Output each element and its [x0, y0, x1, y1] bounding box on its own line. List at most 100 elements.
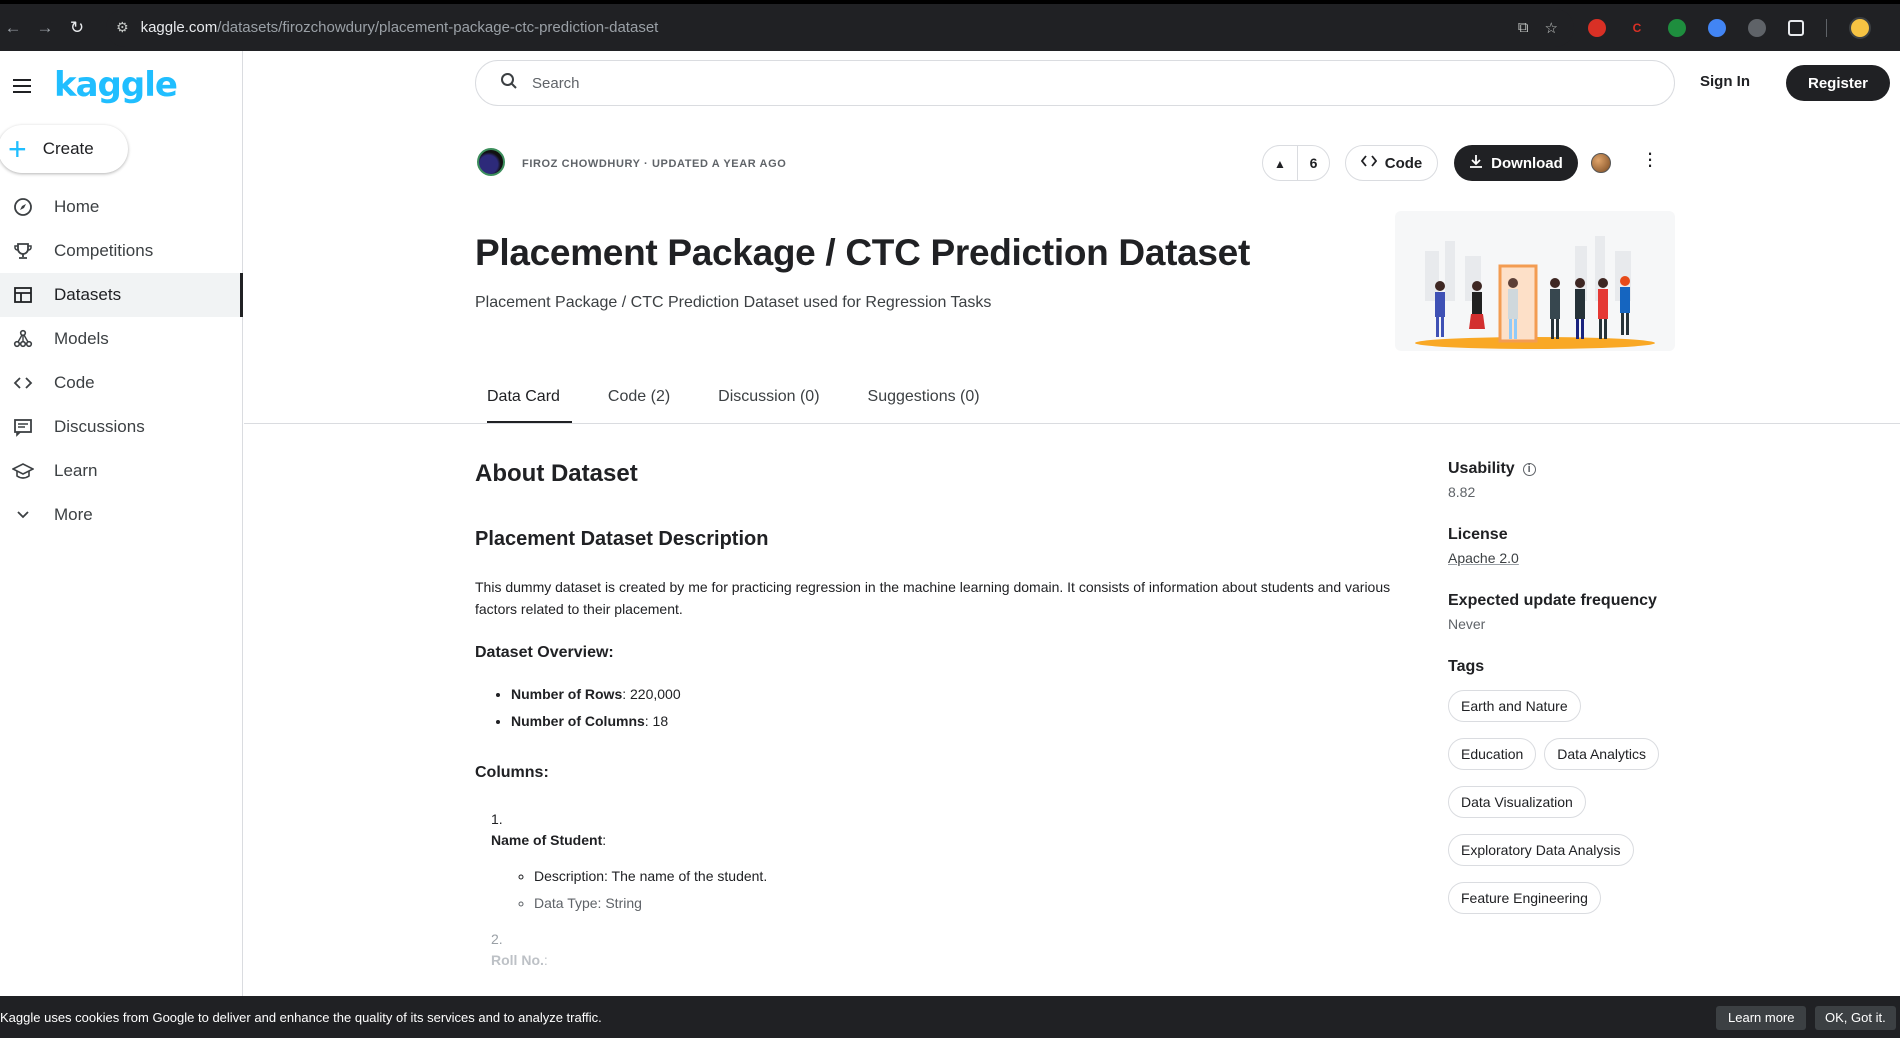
extensions-puzzle-icon[interactable] — [1788, 19, 1804, 36]
overview-heading: Dataset Overview: — [475, 644, 614, 661]
tag-chip[interactable]: Earth and Nature — [1448, 690, 1581, 722]
column-name: Name of Student: — [491, 832, 606, 848]
tab-code[interactable]: Code (2) — [596, 380, 682, 414]
install-app-icon[interactable]: ⧉ — [1518, 19, 1529, 37]
cookie-banner: Kaggle uses cookies from Google to deliv… — [0, 996, 1900, 1038]
sidebar-item-models[interactable]: Models — [0, 317, 243, 361]
back-icon[interactable]: ← — [4, 18, 22, 38]
tab-discussion[interactable]: Discussion (0) — [706, 380, 831, 414]
column-number: 2. — [491, 931, 503, 947]
upvote-arrow-icon[interactable]: ▲ — [1263, 146, 1298, 180]
dataset-title: Placement Package / CTC Prediction Datas… — [475, 232, 1250, 273]
tab-data-card[interactable]: Data Card — [475, 380, 572, 424]
tab-suggestions[interactable]: Suggestions (0) — [856, 380, 992, 414]
bookmark-star-icon[interactable]: ☆ — [1545, 19, 1558, 37]
sidebar-item-label: Code — [54, 373, 95, 392]
extensions-area: C — [1588, 16, 1871, 39]
tag-chip[interactable]: Education — [1448, 738, 1537, 770]
comments-icon — [12, 416, 34, 438]
sidebar-item-label: Home — [54, 197, 100, 216]
tags-list: Earth and Nature Education Data Analytic… — [1448, 690, 1688, 914]
column-name-colon: : — [543, 952, 548, 968]
menu-icon[interactable] — [13, 75, 31, 97]
sidebar-item-label: Datasets — [54, 285, 122, 304]
owner-avatar[interactable] — [477, 148, 505, 176]
update-frequency-value: Never — [1448, 616, 1486, 632]
sign-in-link[interactable]: Sign In — [1700, 73, 1750, 90]
description-text: This dummy dataset is created by me for … — [475, 579, 1391, 617]
profile-avatar[interactable] — [1849, 16, 1871, 39]
trophy-icon — [12, 240, 34, 262]
column-details: Description: The name of the student. Da… — [516, 868, 767, 922]
sidebar: kaggle + Create Home Competitions Datase… — [0, 51, 243, 1038]
sidebar-item-home[interactable]: Home — [0, 185, 243, 229]
chevron-down-icon — [12, 504, 34, 526]
owner-updated-line[interactable]: FIROZ CHOWDHURY · UPDATED A YEAR AGO — [522, 158, 786, 170]
column-number: 1. — [491, 811, 503, 827]
tabs-divider — [244, 423, 1900, 424]
code-button-label: Code — [1384, 154, 1423, 172]
sidebar-item-datasets[interactable]: Datasets — [0, 273, 243, 317]
sidebar-nav: Home Competitions Datasets Models Code D… — [0, 185, 243, 537]
dataset-metadata-panel: Usability i 8.82 License Apache 2.0 Expe… — [1448, 460, 1688, 914]
column-name-colon: : — [602, 832, 607, 848]
sidebar-item-competitions[interactable]: Competitions — [0, 229, 243, 273]
site-settings-icon[interactable]: ⚙ — [116, 19, 129, 36]
info-icon[interactable]: i — [1522, 462, 1536, 476]
dataset-cover-image — [1395, 211, 1675, 351]
url-host: kaggle.com — [140, 19, 218, 36]
tags-heading: Tags — [1448, 658, 1485, 675]
create-label: Create — [42, 139, 94, 158]
extension-gray-icon[interactable] — [1748, 18, 1766, 37]
kaggle-logo[interactable]: kaggle — [54, 65, 178, 105]
update-frequency-heading: Expected update frequency — [1448, 592, 1657, 609]
download-button[interactable]: Download — [1454, 145, 1578, 181]
usability-heading: Usability i — [1448, 460, 1688, 478]
code-button[interactable]: Code — [1345, 145, 1438, 181]
usability-label: Usability — [1448, 460, 1515, 477]
list-item: Description: The name of the student. — [534, 868, 767, 884]
tag-chip[interactable]: Data Analytics — [1544, 738, 1659, 770]
sidebar-item-discussions[interactable]: Discussions — [0, 405, 243, 449]
sidebar-item-label: Competitions — [54, 241, 154, 260]
sidebar-item-learn[interactable]: Learn — [0, 449, 243, 493]
create-button[interactable]: + Create — [0, 125, 128, 173]
cookie-message: Kaggle uses cookies from Google to deliv… — [0, 1009, 602, 1025]
more-options-icon[interactable]: · · · — [1642, 142, 1658, 176]
tag-chip[interactable]: Data Visualization — [1448, 786, 1586, 818]
extension-green-icon[interactable] — [1668, 18, 1686, 37]
upvote-control: ▲ 6 — [1262, 145, 1330, 181]
license-link[interactable]: Apache 2.0 — [1448, 550, 1688, 566]
tag-chip[interactable]: Exploratory Data Analysis — [1448, 834, 1634, 866]
overview-key: Number of Rows — [511, 686, 623, 702]
extension-c-icon[interactable]: C — [1628, 19, 1646, 37]
extension-blue-icon[interactable] — [1708, 18, 1726, 37]
column-name-text: Name of Student — [491, 832, 603, 848]
forward-icon[interactable]: → — [36, 18, 54, 38]
register-button[interactable]: Register — [1786, 65, 1890, 101]
models-icon — [12, 328, 34, 350]
tag-chip[interactable]: Feature Engineering — [1448, 882, 1601, 914]
extension-red-icon[interactable] — [1588, 18, 1606, 37]
reload-icon[interactable]: ↻ — [68, 18, 86, 38]
toolbar-divider — [1826, 18, 1827, 37]
overview-list: Number of Rows: 220,000 Number of Column… — [475, 686, 681, 740]
accept-cookies-button[interactable]: OK, Got it. — [1815, 1006, 1896, 1030]
sidebar-item-code[interactable]: Code — [0, 361, 243, 405]
about-dataset-heading: About Dataset — [475, 460, 638, 487]
list-item: Number of Columns: 18 — [511, 713, 681, 729]
sidebar-item-more[interactable]: More — [0, 493, 243, 537]
learn-more-button[interactable]: Learn more — [1716, 1006, 1807, 1030]
code-icon — [1360, 154, 1377, 172]
dataset-tabs: Data Card Code (2) Discussion (0) Sugges… — [475, 380, 992, 424]
medal-icon[interactable] — [1591, 153, 1611, 173]
column-name: Roll No.: — [491, 952, 548, 968]
download-button-label: Download — [1491, 154, 1563, 172]
column-name-text: Roll No. — [491, 952, 544, 968]
address-bar[interactable]: ⚙ kaggle.com/datasets/firozchowdury/plac… — [106, 8, 1574, 47]
overview-value: : 18 — [644, 713, 669, 729]
search-placeholder: Search — [532, 74, 580, 92]
plus-icon: + — [8, 131, 27, 167]
table-icon — [12, 284, 34, 306]
search-input[interactable]: Search — [475, 60, 1675, 106]
